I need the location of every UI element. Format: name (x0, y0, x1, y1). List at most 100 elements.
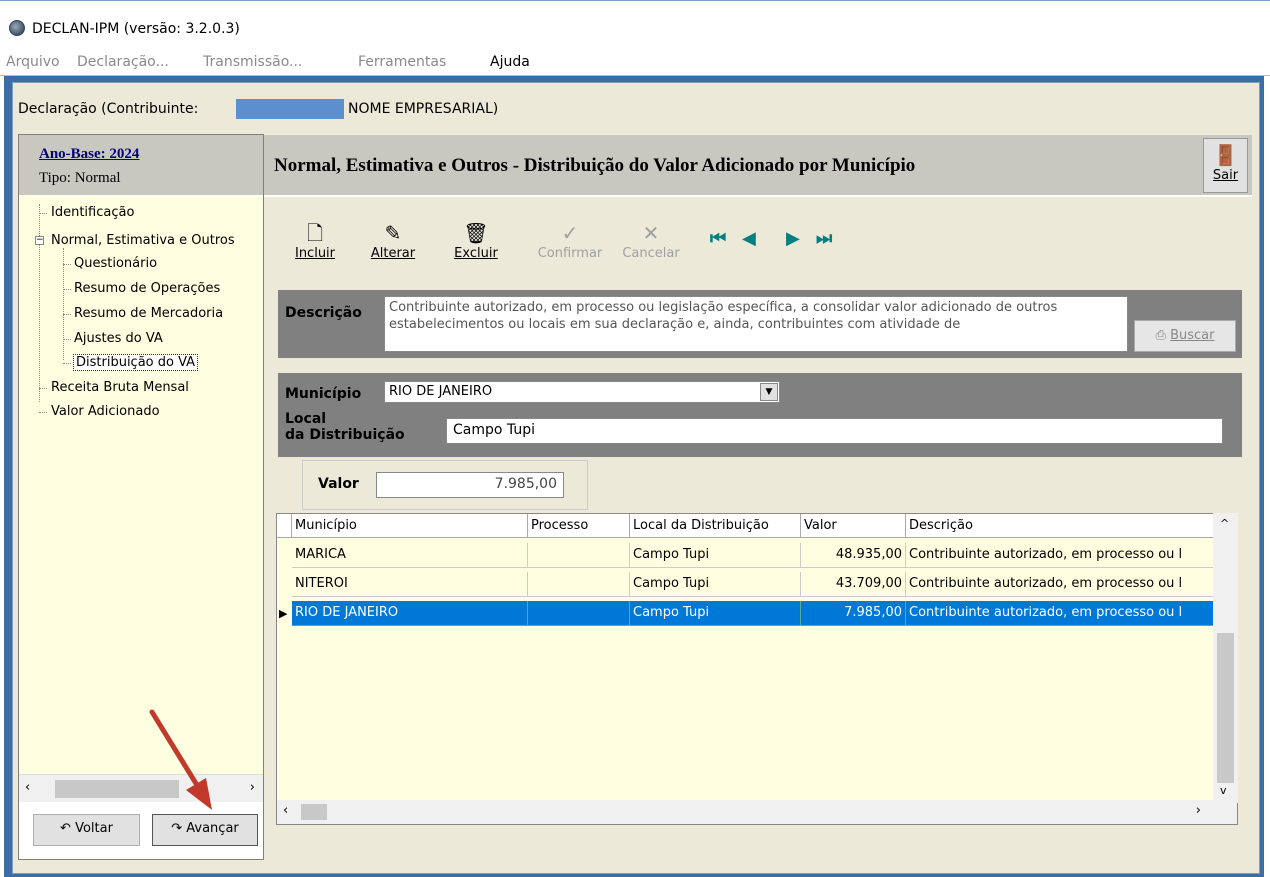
descricao-label: Descrição (285, 305, 362, 321)
grid-header-descricao[interactable]: Descrição (906, 514, 1216, 538)
voltar-label: Voltar (75, 821, 113, 836)
first-record-icon[interactable]: ⏮ (710, 228, 726, 249)
exit-door-icon: 🚪 (1213, 143, 1238, 167)
next-record-icon[interactable]: ▶ (786, 228, 800, 249)
local-label-line2: da Distribuição (285, 427, 405, 443)
tree-item-identificacao[interactable]: Identificação (51, 205, 134, 220)
menu-ferramentas[interactable]: Ferramentas (358, 54, 446, 70)
cell-descricao: Contribuinte autorizado, em processo ou … (906, 543, 1216, 568)
alterar-label: Alterar (370, 246, 416, 261)
row-pointer-icon: ▶ (279, 607, 288, 620)
tree-horizontal-scrollbar[interactable]: ‹ › (19, 774, 263, 802)
confirmar-label: Confirmar (537, 246, 603, 261)
grid-vertical-scrollbar[interactable]: ^ v (1213, 513, 1238, 803)
incluir-button[interactable]: 🗋 Incluir (288, 220, 342, 261)
new-document-icon: 🗋 (306, 221, 324, 245)
grid-header-local[interactable]: Local da Distribuição (630, 514, 801, 538)
cell-valor: 7.985,00 (801, 601, 906, 626)
tree-collapse-toggle[interactable]: − (35, 236, 44, 245)
ano-base-link[interactable]: Ano-Base: 2024 (39, 146, 139, 163)
cell-processo (528, 572, 630, 597)
tree-item-resumo-operacoes[interactable]: Resumo de Operações (74, 281, 220, 296)
printer-icon: ⎙ (1155, 328, 1171, 343)
valor-label: Valor (318, 476, 359, 492)
title-bar: DECLAN-IPM (versão: 3.2.0.3) (0, 0, 1270, 45)
tree-item-valor-adicionado[interactable]: Valor Adicionado (51, 404, 160, 419)
page-title: Normal, Estimativa e Outros - Distribuiç… (274, 155, 916, 176)
voltar-button[interactable]: ↶ Voltar (33, 814, 140, 846)
confirmar-button[interactable]: ✓ Confirmar (532, 220, 608, 261)
cell-municipio: NITEROI (292, 572, 528, 597)
cell-local: Campo Tupi (630, 601, 801, 626)
tree-item-normal-estimativa[interactable]: Normal, Estimativa e Outros (51, 233, 235, 248)
cell-descricao: Contribuinte autorizado, em processo ou … (906, 601, 1216, 626)
tree-item-distribuicao-va[interactable]: Distribuição do VA (72, 354, 199, 371)
scroll-right-icon[interactable]: › (250, 780, 255, 795)
grid-header-municipio[interactable]: Município (292, 514, 528, 538)
municipio-value: RIO DE JANEIRO (389, 384, 493, 399)
menu-ajuda[interactable]: Ajuda (490, 54, 530, 70)
cell-valor: 43.709,00 (801, 572, 906, 597)
buscar-button[interactable]: ⎙ Buscar (1134, 320, 1236, 352)
avancar-label: Avançar (186, 821, 239, 836)
redacted-cnpj (236, 99, 344, 119)
tree-item-receita-bruta[interactable]: Receita Bruta Mensal (51, 380, 189, 395)
municipio-select[interactable]: RIO DE JANEIRO ▼ (384, 381, 780, 403)
trash-icon: 🗑 (463, 221, 489, 245)
excluir-label: Excluir (454, 246, 498, 261)
excluir-button[interactable]: 🗑 Excluir (449, 220, 503, 261)
window-title: DECLAN-IPM (versão: 3.2.0.3) (32, 21, 240, 37)
local-distribuicao-input[interactable]: Campo Tupi (446, 418, 1223, 444)
cell-municipio: MARICA (292, 543, 528, 568)
scroll-thumb[interactable] (55, 780, 179, 798)
incluir-label: Incluir (294, 246, 336, 261)
cancelar-button[interactable]: ✕ Cancelar (616, 220, 686, 261)
cell-valor: 48.935,00 (801, 543, 906, 568)
tree-item-questionario[interactable]: Questionário (74, 256, 157, 271)
last-record-icon[interactable]: ⏭ (816, 228, 832, 249)
menu-transmissao[interactable]: Transmissão... (203, 54, 302, 70)
horizontal-scroll-thumb[interactable] (301, 804, 327, 820)
navigation-tree: Identificação − Normal, Estimativa e Out… (19, 196, 263, 774)
cell-local: Campo Tupi (630, 572, 801, 597)
declaracao-prefix: Declaração (Contribuinte: (18, 101, 199, 117)
menu-arquivo[interactable]: Arquivo (6, 54, 60, 70)
declaracao-header: Declaração (Contribuinte: (18, 101, 198, 117)
tree-item-resumo-mercadoria[interactable]: Resumo de Mercadoria (74, 306, 223, 321)
app-icon (9, 20, 25, 36)
scroll-right-icon[interactable]: › (1196, 803, 1201, 818)
menu-declaracao[interactable]: Declaração... (77, 54, 169, 70)
nome-empresarial: NOME EMPRESARIAL) (348, 101, 499, 117)
valor-input[interactable]: 7.985,00 (376, 472, 564, 498)
grid-header-valor[interactable]: Valor (801, 514, 906, 538)
menu-bar: Arquivo Declaração... Transmissão... Fer… (0, 46, 1270, 76)
distribution-grid: Município Processo Local da Distribuição… (276, 513, 1238, 825)
cell-processo (528, 601, 630, 626)
grid-header-processo[interactable]: Processo (528, 514, 630, 538)
scroll-left-icon[interactable]: ‹ (25, 780, 30, 795)
cell-local: Campo Tupi (630, 543, 801, 568)
descricao-textarea[interactable]: Contribuinte autorizado, em processo ou … (384, 296, 1128, 352)
municipio-label: Município (285, 386, 362, 402)
cell-descricao: Contribuinte autorizado, em processo ou … (906, 572, 1216, 597)
redo-icon: ↷ (171, 821, 187, 836)
undo-icon: ↶ (60, 821, 76, 836)
sair-label: Sair (1212, 168, 1239, 183)
tipo-label: Tipo: Normal (39, 170, 121, 186)
buscar-label: Buscar (1170, 328, 1215, 343)
alterar-button[interactable]: ✎ Alterar (366, 220, 420, 261)
sair-button[interactable]: 🚪 Sair (1203, 138, 1248, 193)
chevron-down-icon[interactable]: ▼ (760, 383, 778, 401)
vertical-scroll-thumb[interactable] (1217, 633, 1234, 783)
chevron-up-icon[interactable]: ^ (1220, 517, 1229, 530)
cell-processo (528, 543, 630, 568)
previous-record-icon[interactable]: ◀ (742, 228, 756, 249)
avancar-button[interactable]: ↷ Avançar (152, 814, 258, 846)
scroll-left-icon[interactable]: ‹ (283, 803, 288, 818)
pencil-icon: ✎ (384, 221, 402, 245)
tree-item-ajustes-va[interactable]: Ajustes do VA (74, 331, 163, 346)
x-cancel-icon: ✕ (642, 221, 660, 245)
chevron-down-icon[interactable]: v (1220, 784, 1227, 797)
grid-horizontal-scrollbar[interactable]: ‹ › (277, 800, 1237, 824)
local-label: Local da Distribuição (285, 411, 405, 443)
